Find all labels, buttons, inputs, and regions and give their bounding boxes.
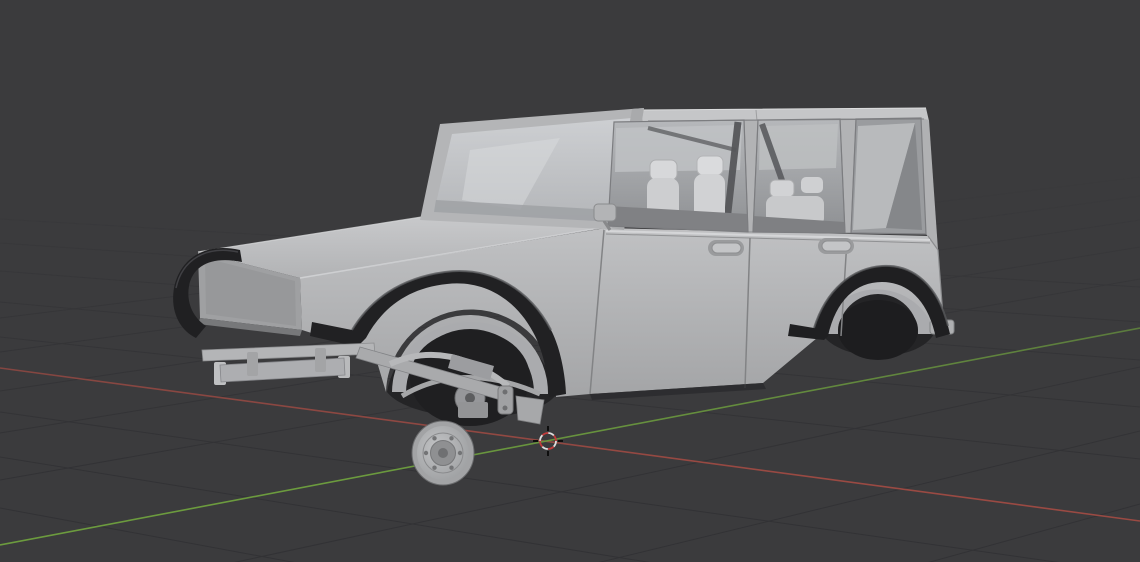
lug-hole-4 bbox=[423, 450, 429, 456]
lug-hole-2 bbox=[449, 465, 454, 470]
front-axle-hub-hole bbox=[465, 393, 475, 403]
lug-hole-5 bbox=[432, 436, 437, 441]
bumper-link-right bbox=[315, 348, 326, 372]
side-windows[interactable] bbox=[607, 117, 927, 235]
lug-hole-6 bbox=[449, 436, 454, 441]
axle-plate bbox=[458, 402, 488, 418]
rear-wheel-well-shadow bbox=[838, 300, 918, 360]
shackle-bolt-bottom bbox=[502, 405, 508, 411]
brake-disc[interactable] bbox=[411, 420, 475, 486]
lug-hole-1 bbox=[457, 450, 463, 456]
rear-seat-headrest[interactable] bbox=[769, 179, 795, 198]
front-door-handle[interactable] bbox=[711, 242, 742, 254]
viewport-canvas[interactable] bbox=[0, 0, 1140, 562]
blender-3d-viewport[interactable] bbox=[0, 0, 1140, 562]
bumper-link-left bbox=[247, 352, 258, 376]
shackle-bolt-top bbox=[502, 389, 508, 395]
mirror-housing bbox=[593, 203, 617, 222]
rear-seat-headrest-2[interactable] bbox=[801, 177, 823, 193]
front-seat-headrest-2[interactable] bbox=[696, 155, 724, 176]
rear-door-handle[interactable] bbox=[821, 240, 852, 252]
front-seat-headrest[interactable] bbox=[649, 159, 678, 181]
hanging-bracket bbox=[515, 395, 545, 425]
brake-disc-center-hole bbox=[438, 448, 448, 458]
lug-hole-3 bbox=[432, 465, 437, 470]
